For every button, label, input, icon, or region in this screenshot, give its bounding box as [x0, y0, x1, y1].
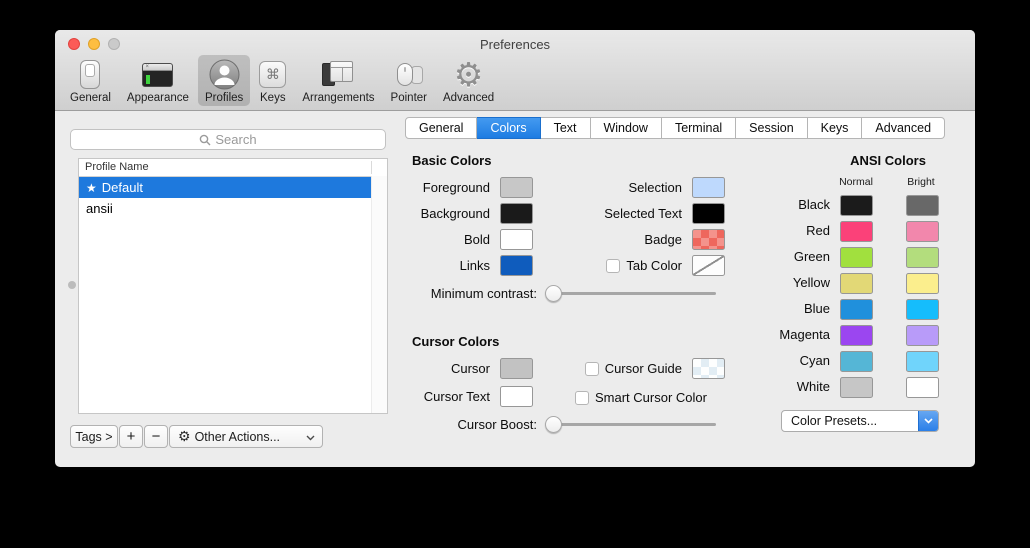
selection-row: Selection — [515, 177, 725, 198]
default-star-icon: ★ — [86, 181, 97, 195]
toolbar-item-profiles[interactable]: Profiles — [198, 55, 250, 106]
profile-tabs: General Colors Text Window Terminal Sess… — [405, 117, 945, 139]
ansi-magenta-normal-well[interactable] — [840, 325, 873, 346]
profile-row-ansii[interactable]: ansii — [79, 198, 371, 219]
ansi-colors-title: ANSI Colors — [813, 153, 963, 168]
ansi-cyan-normal-well[interactable] — [840, 351, 873, 372]
profile-list: Profile Name ★Default ansii — [78, 158, 388, 414]
ansi-black-normal-well[interactable] — [840, 195, 873, 216]
slider-knob[interactable] — [545, 285, 562, 302]
preferences-window: Preferences General × Appearance — [55, 30, 975, 467]
cursor-guide-row: Cursor Guide — [515, 358, 725, 379]
search-input[interactable]: Search — [70, 129, 386, 150]
other-actions-menu[interactable]: ⚙ Other Actions... — [169, 425, 323, 448]
profile-list-header: Profile Name — [79, 159, 387, 177]
ansi-row-black: Black — [735, 195, 975, 216]
gear-icon: ⚙ — [178, 428, 191, 445]
selection-color-well[interactable] — [692, 177, 725, 198]
cursor-guide-checkbox[interactable] — [585, 362, 599, 376]
toolbar-item-advanced[interactable]: ⚙ Advanced — [436, 55, 501, 106]
person-icon — [209, 58, 240, 91]
toggle-switch-icon — [80, 58, 100, 91]
ansi-row-green: Green — [735, 247, 975, 268]
ansi-bright-header: Bright — [886, 176, 956, 188]
window-title: Preferences — [55, 37, 975, 52]
add-profile-button[interactable]: + — [119, 425, 143, 448]
badge-row: Badge — [515, 229, 725, 250]
search-icon — [199, 134, 211, 146]
ansi-white-bright-well[interactable] — [906, 377, 939, 398]
tab-text[interactable]: Text — [541, 117, 591, 139]
toolbar-item-appearance[interactable]: × Appearance — [120, 55, 196, 106]
ansi-row-yellow: Yellow — [735, 273, 975, 294]
tab-advanced[interactable]: Advanced — [862, 117, 945, 139]
ansi-yellow-bright-well[interactable] — [906, 273, 939, 294]
ansi-normal-header: Normal — [821, 176, 891, 188]
gear-icon: ⚙ — [454, 58, 484, 91]
profile-list-scrollbar — [371, 176, 387, 413]
ansi-red-bright-well[interactable] — [906, 221, 939, 242]
ansi-yellow-normal-well[interactable] — [840, 273, 873, 294]
splitter-handle[interactable] — [68, 281, 76, 289]
ansi-row-magenta: Magenta — [735, 325, 975, 346]
tab-terminal[interactable]: Terminal — [662, 117, 736, 139]
profile-row-default[interactable]: ★Default — [79, 177, 371, 198]
tab-color-well[interactable] — [692, 255, 725, 276]
toolbar-item-arrangements[interactable]: Arrangements — [295, 55, 381, 106]
ansi-black-bright-well[interactable] — [906, 195, 939, 216]
color-presets-dropdown[interactable]: Color Presets... — [781, 410, 939, 432]
ansi-magenta-bright-well[interactable] — [906, 325, 939, 346]
dark-window-icon: × — [142, 58, 173, 91]
ansi-row-red: Red — [735, 221, 975, 242]
tab-color-checkbox[interactable] — [606, 259, 620, 273]
ansi-white-normal-well[interactable] — [840, 377, 873, 398]
ansi-red-normal-well[interactable] — [840, 221, 873, 242]
minimum-contrast-row: Minimum contrast: — [412, 283, 717, 304]
tab-keys[interactable]: Keys — [808, 117, 863, 139]
tab-colors[interactable]: Colors — [477, 117, 540, 139]
ansi-row-cyan: Cyan — [735, 351, 975, 372]
tags-button[interactable]: Tags > — [70, 425, 118, 448]
mouse-icon — [394, 58, 424, 91]
preferences-toolbar: General × Appearance — [63, 55, 503, 106]
search-placeholder: Search — [215, 132, 256, 147]
slider-knob[interactable] — [545, 416, 562, 433]
selected-text-color-well[interactable] — [692, 203, 725, 224]
cursor-guide-color-well[interactable] — [692, 358, 725, 379]
cursor-text-color-well[interactable] — [500, 386, 533, 407]
toolbar-item-pointer[interactable]: Pointer — [384, 55, 434, 106]
window-chrome: Preferences General × Appearance — [55, 30, 975, 111]
selected-text-row: Selected Text — [515, 203, 725, 224]
basic-colors-title: Basic Colors — [412, 153, 491, 168]
chevron-down-icon — [306, 430, 315, 444]
tab-general[interactable]: General — [405, 117, 477, 139]
windows-icon — [322, 58, 354, 91]
ansi-green-bright-well[interactable] — [906, 247, 939, 268]
ansi-blue-bright-well[interactable] — [906, 299, 939, 320]
smart-cursor-checkbox[interactable] — [575, 391, 589, 405]
command-key-icon: ⌘ — [259, 58, 286, 91]
tab-window[interactable]: Window — [591, 117, 662, 139]
cursor-boost-slider[interactable] — [545, 416, 716, 433]
tab-color-row: Tab Color — [515, 255, 725, 276]
smart-cursor-row: Smart Cursor Color — [575, 387, 707, 408]
minimum-contrast-slider[interactable] — [545, 285, 716, 302]
remove-profile-button[interactable]: − — [144, 425, 168, 448]
screen: Preferences General × Appearance — [0, 0, 1030, 548]
toolbar-item-keys[interactable]: ⌘ Keys — [252, 55, 293, 106]
ansi-cyan-bright-well[interactable] — [906, 351, 939, 372]
toolbar-item-general[interactable]: General — [63, 55, 118, 106]
badge-color-well[interactable] — [692, 229, 725, 250]
tab-session[interactable]: Session — [736, 117, 807, 139]
cursor-colors-title: Cursor Colors — [412, 334, 499, 349]
cursor-boost-row: Cursor Boost: — [412, 414, 717, 435]
chevron-down-icon — [918, 411, 938, 431]
ansi-row-blue: Blue — [735, 299, 975, 320]
ansi-green-normal-well[interactable] — [840, 247, 873, 268]
ansi-blue-normal-well[interactable] — [840, 299, 873, 320]
ansi-row-white: White — [735, 377, 975, 398]
